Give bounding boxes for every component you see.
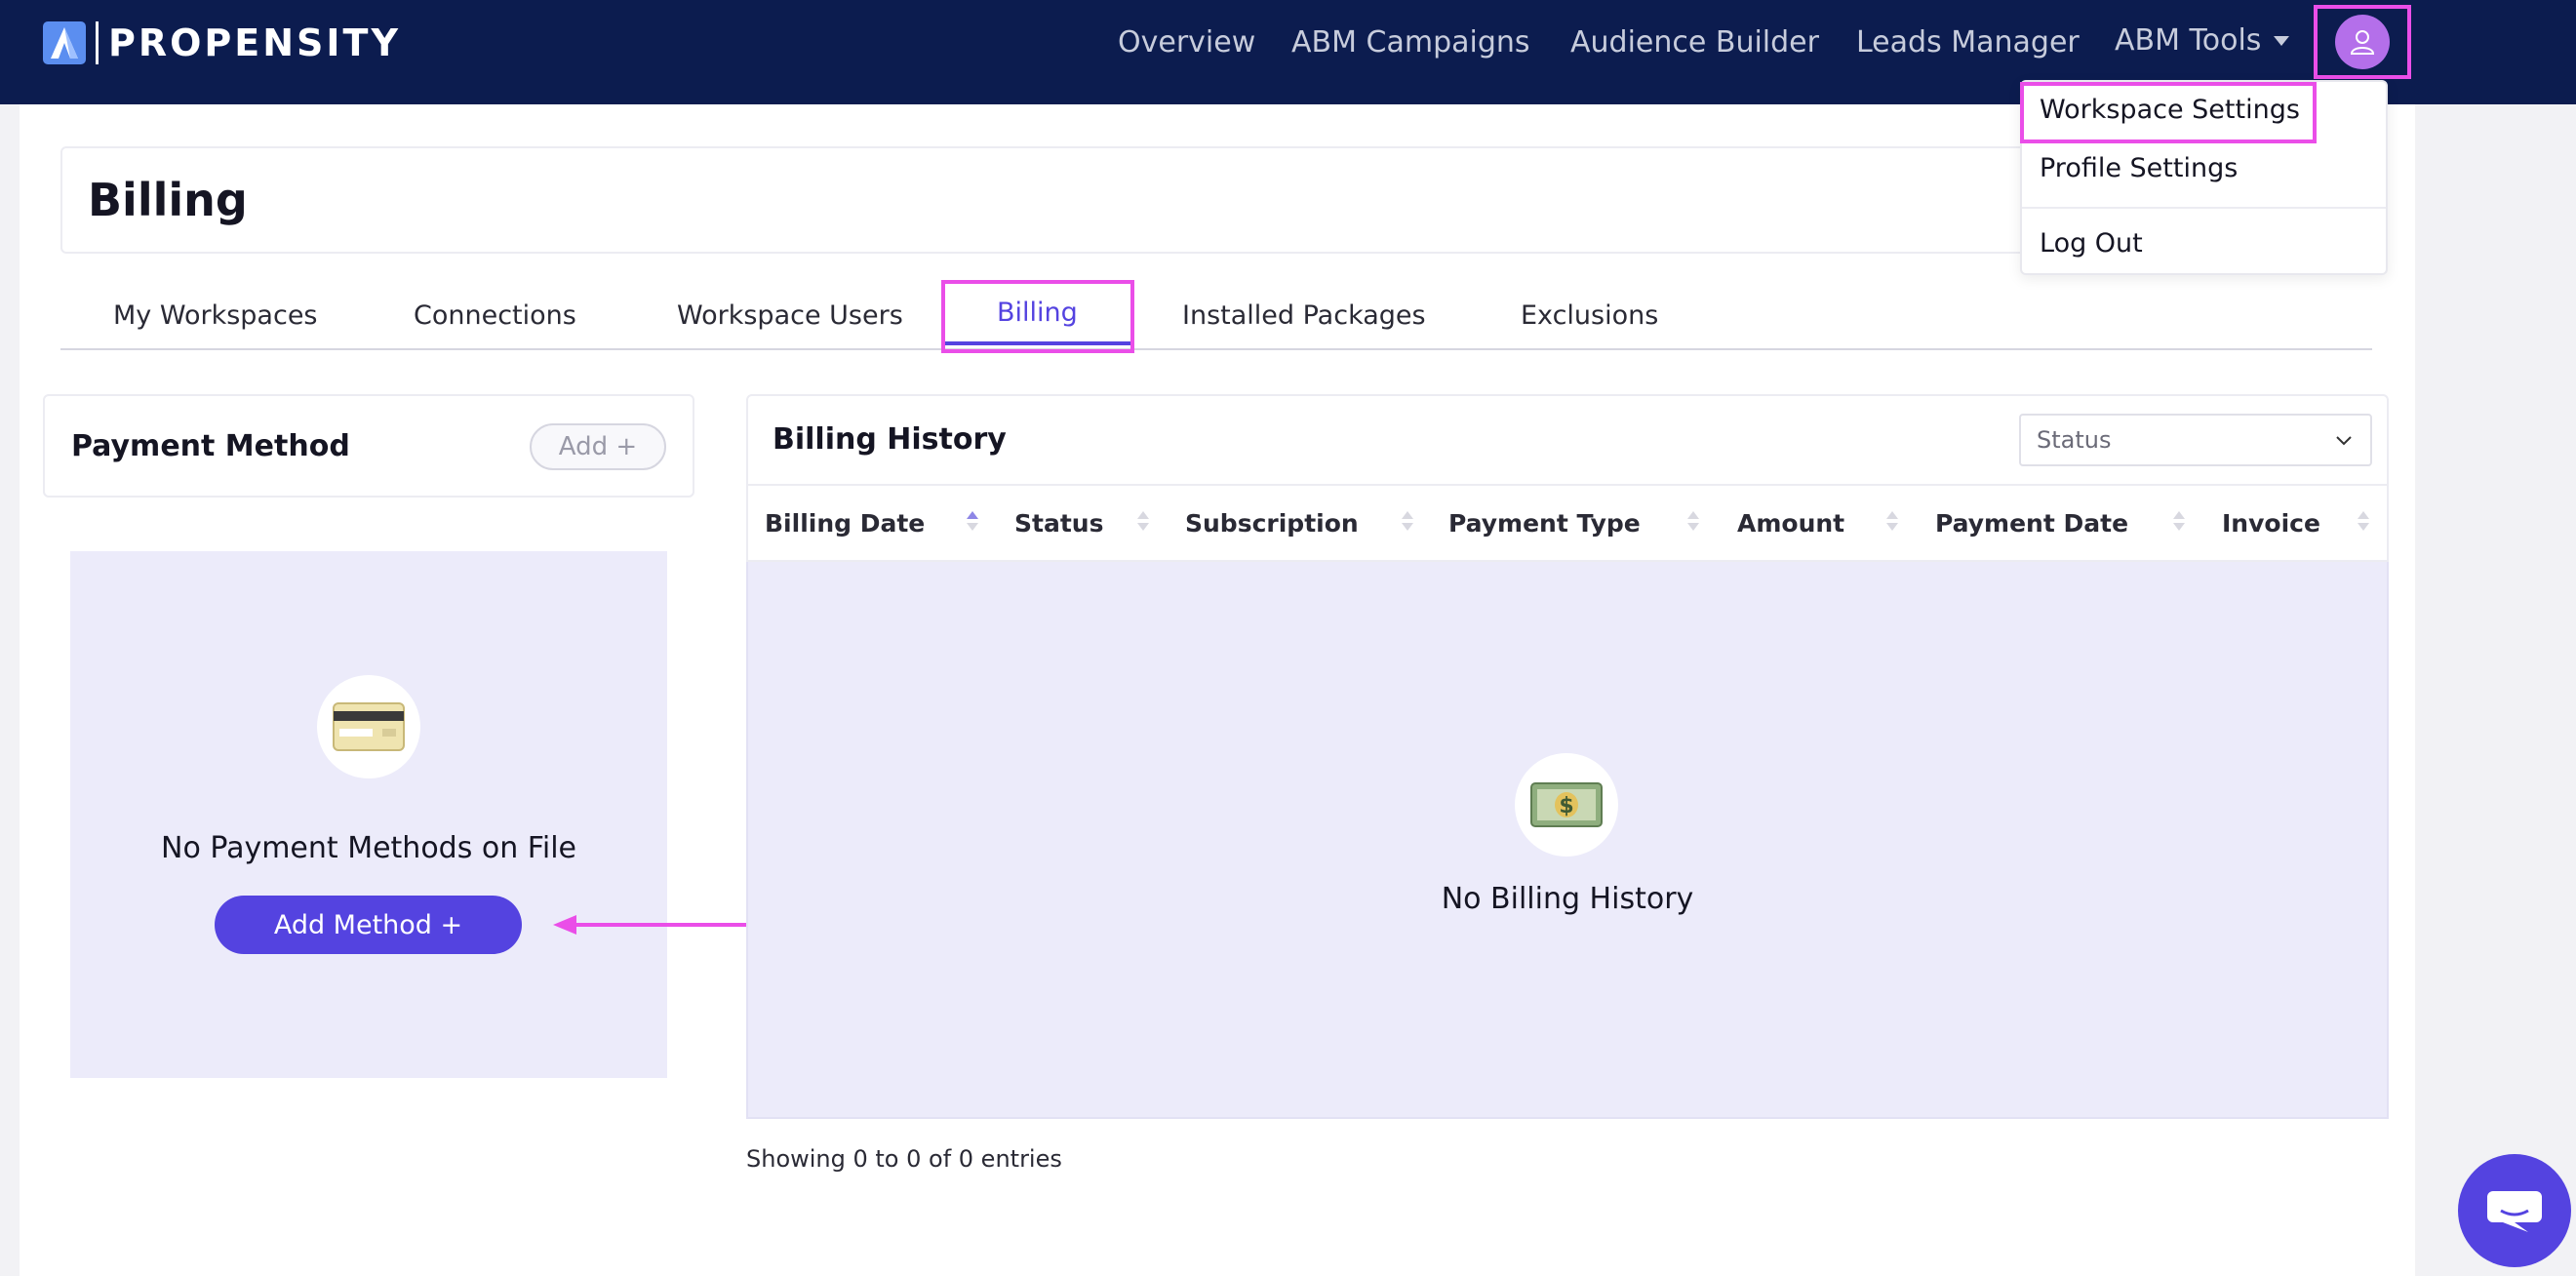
chevron-down-icon[interactable] bbox=[2274, 36, 2289, 46]
tab-my-workspaces[interactable]: My Workspaces bbox=[113, 300, 318, 331]
brand-logo[interactable]: PROPENSITY bbox=[43, 21, 401, 64]
status-filter-value: Status bbox=[2037, 426, 2112, 454]
brand-name: PROPENSITY bbox=[108, 21, 401, 64]
sort-icon[interactable] bbox=[1687, 509, 1699, 535]
menu-divider bbox=[2022, 207, 2386, 209]
sort-icon[interactable] bbox=[1137, 509, 1149, 535]
payment-method-empty-state bbox=[70, 551, 667, 1078]
tabs-divider bbox=[60, 348, 2372, 350]
column-subscription[interactable]: Subscription bbox=[1185, 509, 1359, 538]
money-icon: $ bbox=[1515, 753, 1618, 857]
nav-abm-campaigns[interactable]: ABM Campaigns bbox=[1291, 25, 1530, 60]
credit-card-icon bbox=[317, 675, 420, 778]
billing-history-empty-text: No Billing History bbox=[1441, 882, 1694, 916]
propensity-logo-icon bbox=[43, 21, 86, 64]
avatar[interactable] bbox=[2335, 15, 2390, 69]
sort-icon[interactable] bbox=[1886, 509, 1898, 535]
column-status[interactable]: Status bbox=[1014, 509, 1103, 538]
column-payment-date[interactable]: Payment Date bbox=[1935, 509, 2128, 538]
sort-icon[interactable] bbox=[1402, 509, 1413, 535]
add-payment-button[interactable]: Add + bbox=[530, 423, 666, 470]
logo-divider bbox=[96, 21, 99, 64]
payment-method-title: Payment Method bbox=[71, 429, 350, 463]
workspace-settings-highlight bbox=[2020, 82, 2317, 143]
tab-exclusions[interactable]: Exclusions bbox=[1521, 300, 1658, 331]
tab-connections[interactable]: Connections bbox=[414, 300, 576, 331]
column-invoice[interactable]: Invoice bbox=[2222, 509, 2320, 538]
annotation-arrow-icon bbox=[553, 915, 770, 935]
chat-icon bbox=[2487, 1191, 2542, 1232]
nav-abm-tools[interactable]: ABM Tools bbox=[2115, 23, 2261, 58]
nav-leads-manager[interactable]: Leads Manager bbox=[1856, 25, 2080, 60]
page-title: Billing bbox=[88, 174, 248, 226]
chat-widget-button[interactable] bbox=[2458, 1154, 2571, 1267]
sort-icon[interactable] bbox=[967, 509, 978, 535]
tab-workspace-users[interactable]: Workspace Users bbox=[677, 300, 903, 331]
user-menu-button[interactable] bbox=[2314, 5, 2411, 79]
billing-history-title: Billing History bbox=[773, 422, 1007, 457]
tab-installed-packages[interactable]: Installed Packages bbox=[1182, 300, 1426, 331]
status-filter-select[interactable]: Status bbox=[2019, 414, 2372, 466]
nav-audience-builder[interactable]: Audience Builder bbox=[1570, 25, 1819, 60]
column-payment-type[interactable]: Payment Type bbox=[1448, 509, 1641, 538]
column-amount[interactable]: Amount bbox=[1737, 509, 1844, 538]
sort-icon[interactable] bbox=[2358, 509, 2369, 535]
payment-method-empty-text: No Payment Methods on File bbox=[161, 831, 576, 865]
add-method-button[interactable]: Add Method + bbox=[215, 896, 522, 954]
chevron-down-icon bbox=[2336, 436, 2352, 446]
column-billing-date[interactable]: Billing Date bbox=[765, 509, 925, 538]
menu-item-log-out[interactable]: Log Out bbox=[2040, 228, 2143, 259]
nav-overview[interactable]: Overview bbox=[1118, 25, 1255, 60]
menu-item-profile-settings[interactable]: Profile Settings bbox=[2040, 153, 2238, 183]
svg-text:$: $ bbox=[1559, 794, 1573, 818]
tab-billing-highlight bbox=[941, 280, 1134, 353]
sort-icon[interactable] bbox=[2173, 509, 2185, 535]
user-icon bbox=[2350, 30, 2375, 55]
table-entries-info: Showing 0 to 0 of 0 entries bbox=[746, 1145, 1062, 1173]
